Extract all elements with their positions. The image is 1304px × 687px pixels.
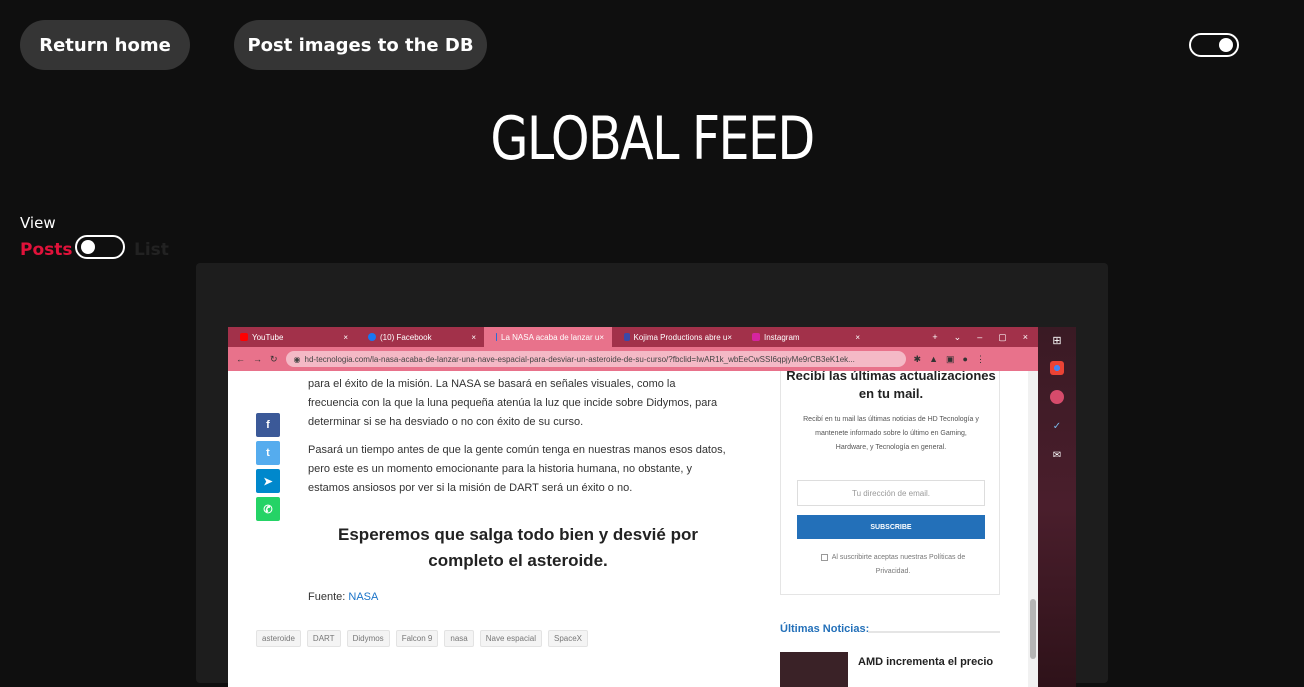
tab-label: Instagram <box>764 332 800 342</box>
close-icon: × <box>1022 332 1028 342</box>
post-image[interactable]: YouTube × (10) Facebook × La NASA acaba de… <box>228 327 1076 687</box>
youtube-icon <box>240 333 248 341</box>
newsletter-text: Recibí en tu mail las últimas noticias d… <box>803 416 979 451</box>
browser-tab: YouTube × <box>228 327 356 347</box>
profile-icon: ● <box>962 353 968 364</box>
site-icon <box>496 333 498 341</box>
url-text: hd-tecnologia.com/la-nasa-acaba-de-lanza… <box>304 354 855 364</box>
article-paragraph: para el éxito de la misión. La NASA se b… <box>308 378 718 428</box>
sidebar-icon: ▣ <box>946 353 955 364</box>
chevron-down-icon: ⌄ <box>953 331 962 342</box>
tag: Nave espacial <box>479 630 542 647</box>
tag: Falcon 9 <box>395 630 439 647</box>
minimize-icon: – <box>977 332 983 342</box>
close-icon: × <box>727 332 732 342</box>
tab-label: (10) Facebook <box>380 332 432 342</box>
tag: DART <box>306 630 341 647</box>
app-icon <box>1050 390 1064 404</box>
news-thumbnail <box>780 652 848 687</box>
newsletter-terms: Al suscribirte aceptas nuestras Política… <box>809 551 977 579</box>
scrollbar-thumb <box>1030 599 1036 659</box>
browser-tab-active: La NASA acaba de lanzar u × <box>484 327 612 347</box>
new-tab-icon: + <box>932 332 938 342</box>
close-icon: × <box>343 332 348 342</box>
close-icon: × <box>471 332 476 342</box>
browser-tab: (10) Facebook × <box>356 327 484 347</box>
tag: asteroide <box>256 630 301 647</box>
twitter-share-icon: t <box>256 441 280 465</box>
telegram-share-icon: ➤ <box>256 469 280 493</box>
divider <box>868 631 1000 633</box>
article-tags: asteroide DART Didymos Falcon 9 nasa Nav… <box>256 630 589 647</box>
view-toggle[interactable] <box>75 235 125 259</box>
tab-label: La NASA acaba de lanzar u <box>501 332 600 342</box>
desktop-taskbar: ⊞ ✓ ✉ <box>1038 327 1076 687</box>
post-images-button[interactable]: Post images to the DB <box>234 20 487 70</box>
article-paragraph: Pasará un tiempo antes de que la gente c… <box>308 444 726 494</box>
article-body: para el éxito de la misión. La NASA se b… <box>308 375 728 507</box>
back-arrow-icon: ← <box>236 354 245 364</box>
view-option-list[interactable]: List <box>134 240 169 260</box>
close-icon: × <box>599 332 604 342</box>
tag: Didymos <box>346 630 390 647</box>
chrome-icon <box>1050 361 1064 375</box>
article-source: Fuente: NASA <box>308 591 378 603</box>
flask-icon: ▲ <box>929 353 939 364</box>
facebook-share-icon: f <box>256 413 280 437</box>
toggle-knob <box>1219 38 1233 52</box>
scrollbar <box>1028 371 1038 687</box>
steam-icon: ✓ <box>1052 420 1062 432</box>
source-link: NASA <box>348 591 379 603</box>
whatsapp-share-icon: ✆ <box>256 497 280 521</box>
site-icon <box>624 333 630 341</box>
lock-icon: ◉ <box>293 354 301 364</box>
view-option-posts[interactable]: Posts <box>20 240 73 260</box>
terms-text: Al suscribirte aceptas nuestras Política… <box>831 554 966 575</box>
page-title: GLOBAL FEED <box>490 104 815 174</box>
reload-icon: ↻ <box>270 353 278 364</box>
return-home-button[interactable]: Return home <box>20 20 190 70</box>
facebook-icon <box>368 333 376 341</box>
tab-label: YouTube <box>252 332 284 342</box>
windows-icon: ⊞ <box>1052 334 1062 347</box>
browser-tab: Instagram × <box>740 327 868 347</box>
browser-tab: Kojima Productions abre u × <box>612 327 740 347</box>
maximize-icon: ▢ <box>998 331 1007 342</box>
view-label: View <box>20 214 56 232</box>
extension-icon: ✱ <box>913 353 922 364</box>
newsletter-widget: Recibí las últimas actualizaciones en tu… <box>780 371 1000 595</box>
url-field: ◉ hd-tecnologia.com/la-nasa-acaba-de-lanz… <box>285 351 906 367</box>
instagram-icon <box>752 333 760 341</box>
tag: nasa <box>444 630 474 647</box>
news-title: AMD incrementa el precio <box>858 656 994 668</box>
newsletter-subscribe-button: SUBSCRIBE <box>797 515 985 539</box>
newsletter-email-field: Tu dirección de email. <box>797 480 985 506</box>
latest-news-heading: Últimas Noticias: <box>780 623 870 635</box>
article-pullquote: Esperemos que salga todo bien y desvié p… <box>338 525 698 570</box>
close-icon: × <box>855 332 860 342</box>
tag: SpaceX <box>547 630 589 647</box>
tab-label: Kojima Productions abre u <box>633 332 728 342</box>
newsletter-title: Recibí las últimas actualizaciones en tu… <box>786 371 996 401</box>
webpage: para el éxito de la misión. La NASA se b… <box>228 371 1038 687</box>
browser-tab-strip: YouTube × (10) Facebook × La NASA acaba de… <box>228 327 1038 347</box>
browser-address-bar: ← → ↻ ◉ hd-tecnologia.com/la-nasa-acaba-d… <box>228 347 1038 371</box>
theme-toggle[interactable] <box>1189 33 1239 57</box>
forward-arrow-icon: → <box>253 354 262 364</box>
menu-icon: ⋮ <box>975 353 985 364</box>
source-prefix: Fuente: <box>308 591 346 603</box>
checkbox-icon <box>820 553 828 561</box>
mail-icon: ✉ <box>1052 449 1062 461</box>
toggle-knob <box>81 240 95 254</box>
